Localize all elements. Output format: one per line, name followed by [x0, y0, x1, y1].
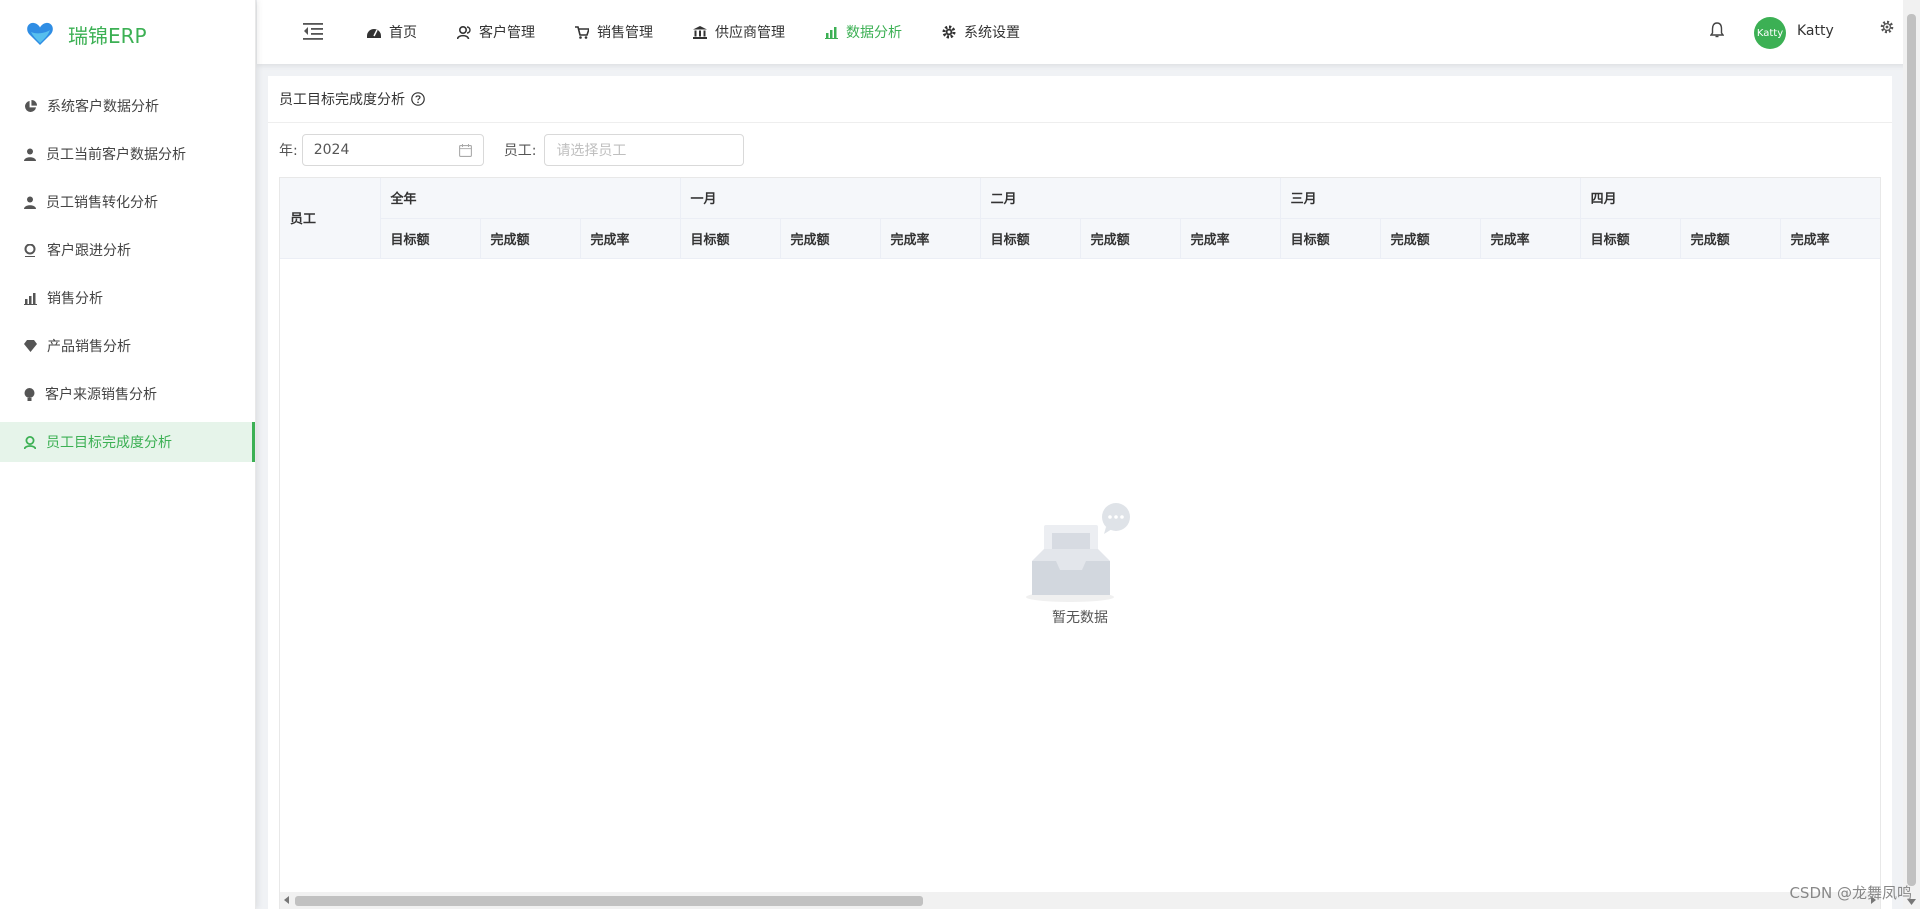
column-header-target: 目标额 [680, 218, 781, 259]
column-header-completed: 完成额 [1080, 218, 1181, 259]
nav-label: 系统设置 [964, 25, 1020, 41]
gear-icon [942, 25, 956, 39]
avatar[interactable]: Katty [1754, 17, 1786, 49]
side-menu: 系统客户数据分析 员工当前客户数据分析 员工销售转化分析 客户跟进分析 销售分析 [0, 86, 255, 462]
nav-label: 销售管理 [597, 25, 653, 41]
target-user-icon [24, 435, 36, 449]
column-group-february: 二月 [980, 178, 1281, 219]
nav-sales-management[interactable]: 销售管理 [575, 22, 653, 42]
column-header-rate: 完成率 [880, 218, 981, 259]
sidebar-item-employee-sales-conversion[interactable]: 员工销售转化分析 [0, 182, 255, 222]
column-group-april: 四月 [1580, 178, 1881, 219]
column-header-completed: 完成额 [780, 218, 881, 259]
year-picker[interactable]: 2024 [301, 134, 484, 166]
nav-system-settings[interactable]: 系统设置 [942, 22, 1020, 42]
sidebar-item-system-customer-analysis[interactable]: 系统客户数据分析 [0, 86, 255, 126]
employee-label: 员工: [503, 143, 537, 159]
bar-chart-icon [24, 292, 37, 305]
top-header: 首页 客户管理 销售管理 供应商管理 数据分析 系统设置 Katty Katty [257, 0, 1920, 64]
nav-supplier-management[interactable]: 供应商管理 [693, 22, 785, 42]
target-table: 员工 全年 一月 二月 三月 四月 目标额 完成额 完成率 目标额 完成额 完成… [279, 177, 1881, 909]
user-icon [24, 196, 36, 209]
column-header-rate: 完成率 [1480, 218, 1581, 259]
sidebar-item-sales-analysis[interactable]: 销售分析 [0, 278, 255, 318]
nav-home[interactable]: 首页 [367, 22, 417, 42]
year-value: 2024 [313, 142, 350, 158]
employee-select[interactable]: 请选择员工 [544, 134, 745, 166]
column-header-completed: 完成额 [1680, 218, 1781, 259]
sidebar-item-label: 客户跟进分析 [47, 243, 131, 259]
cart-icon [575, 25, 589, 39]
sidebar-item-label: 销售分析 [47, 291, 103, 307]
column-header-target: 目标额 [1280, 218, 1381, 259]
column-group-january: 一月 [680, 178, 981, 219]
column-group-full-year: 全年 [380, 178, 681, 219]
empty-text: 暂无数据 [1052, 610, 1108, 626]
sidebar-item-customer-source-sales[interactable]: 客户来源销售分析 [0, 374, 255, 414]
sidebar-item-label: 系统客户数据分析 [47, 99, 159, 115]
nav-label: 客户管理 [479, 25, 535, 41]
pie-chart-icon [24, 99, 37, 113]
bank-icon [693, 25, 707, 39]
table-header: 员工 全年 一月 二月 三月 四月 目标额 完成额 完成率 目标额 完成额 完成… [280, 178, 1881, 259]
nav-label: 数据分析 [846, 25, 902, 41]
column-header-rate: 完成率 [1180, 218, 1281, 259]
sidebar-item-customer-follow-up[interactable]: 客户跟进分析 [0, 230, 255, 270]
nav-customer-management[interactable]: 客户管理 [457, 22, 535, 42]
watermark: CSDN @龙舞凤鸣 [1789, 884, 1912, 902]
horizontal-scrollbar[interactable] [280, 892, 1880, 909]
vertical-scroll-thumb[interactable] [1907, 14, 1916, 886]
bell-icon[interactable] [1710, 22, 1724, 38]
bulb-icon [24, 387, 35, 401]
column-header-employee: 员工 [280, 178, 381, 259]
user-follow-icon [24, 243, 37, 257]
username[interactable]: Katty [1797, 23, 1834, 39]
app-title: 瑞锦ERP [68, 23, 147, 48]
dashboard-icon [367, 26, 381, 38]
column-header-rate: 完成率 [580, 218, 681, 259]
content-card: 员工目标完成度分析 年: 2024 员工: 请选择员工 员工 全年 一月 二月 … [268, 76, 1892, 909]
logo[interactable]: 瑞锦ERP [0, 0, 255, 68]
nav-label: 供应商管理 [715, 25, 785, 41]
sidebar-item-label: 员工销售转化分析 [46, 195, 158, 211]
sidebar-item-label: 员工目标完成度分析 [46, 435, 172, 451]
page-title: 员工目标完成度分析 [279, 92, 405, 108]
heart-logo-icon [26, 21, 54, 47]
menu-fold-icon[interactable] [303, 22, 323, 40]
column-header-rate: 完成率 [1780, 218, 1881, 259]
vertical-scrollbar[interactable] [1903, 0, 1920, 909]
users-icon [457, 25, 471, 39]
empty-state: 暂无数据 [280, 503, 1880, 627]
diamond-icon [24, 340, 37, 352]
empty-inbox-icon [1024, 503, 1136, 605]
column-header-completed: 完成额 [480, 218, 581, 259]
column-header-completed: 完成额 [1380, 218, 1481, 259]
card-header: 员工目标完成度分析 [268, 76, 1892, 123]
bar-chart-icon [825, 26, 838, 39]
sidebar-item-label: 员工当前客户数据分析 [46, 147, 186, 163]
horizontal-scroll-thumb[interactable] [295, 896, 923, 906]
column-header-target: 目标额 [1580, 218, 1681, 259]
top-nav: 首页 客户管理 销售管理 供应商管理 数据分析 系统设置 [367, 0, 1060, 64]
filter-bar: 年: 2024 员工: 请选择员工 [279, 134, 745, 166]
settings-icon[interactable] [1880, 20, 1894, 34]
sidebar-item-employee-target-completion[interactable]: 员工目标完成度分析 [0, 422, 255, 462]
year-label: 年: [279, 143, 298, 159]
user-icon [24, 148, 36, 161]
sidebar: 瑞锦ERP 系统客户数据分析 员工当前客户数据分析 员工销售转化分析 客户跟进分… [0, 0, 256, 909]
scroll-left-icon[interactable] [284, 896, 290, 904]
column-group-march: 三月 [1280, 178, 1581, 219]
nav-label: 首页 [389, 25, 417, 41]
sidebar-item-employee-customer-analysis[interactable]: 员工当前客户数据分析 [0, 134, 255, 174]
help-icon[interactable] [411, 92, 425, 106]
sidebar-item-label: 产品销售分析 [47, 339, 131, 355]
calendar-icon [458, 143, 472, 157]
sidebar-item-label: 客户来源销售分析 [45, 387, 157, 403]
sidebar-item-product-sales[interactable]: 产品销售分析 [0, 326, 255, 366]
column-header-target: 目标额 [380, 218, 481, 259]
nav-data-analysis[interactable]: 数据分析 [825, 22, 902, 42]
column-header-target: 目标额 [980, 218, 1081, 259]
